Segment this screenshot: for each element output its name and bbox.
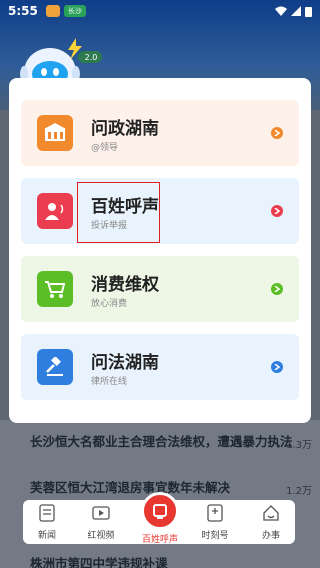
selection-highlight [77,182,160,243]
notification-icon [45,5,60,17]
chevron-right-icon [271,283,283,295]
gavel-icon [37,349,73,385]
tab-label: 红视频 [87,531,115,541]
building-icon [37,115,73,151]
tab-news[interactable]: 新闻 [25,502,69,542]
menu-card-wenzheng[interactable]: 问政湖南 @领导 [21,100,299,166]
news-item[interactable]: 长沙恒大名都业主合理合法维权，遭遇暴力执法 [30,432,310,452]
tab-video[interactable]: 红视频 [79,502,123,542]
bookmark-icon [207,504,223,522]
news-title: 株洲市第四中学违规补课 [30,556,168,568]
tab-shikehao[interactable]: 时刻号 [193,502,237,542]
status-bar: 5:55 长沙 [0,0,320,22]
menu-card-xiaofei[interactable]: 消费维权 放心消费 [21,256,299,322]
menu-card-subtitle: @领导 [91,143,119,153]
mascot-badge: 2.0 [84,53,98,62]
menu-card-title: 消费维权 [91,275,159,295]
video-icon [92,506,110,520]
chevron-right-icon [271,205,283,217]
news-item[interactable]: 株洲市第四中学违规补课 [30,554,310,568]
menu-card-title: 问政湖南 [91,119,159,139]
voice-icon [141,492,179,530]
tab-label: 办事 [261,531,280,541]
wifi-icon [275,6,287,16]
news-views: 1.2万 [286,486,312,497]
menu-card-subtitle: 放心消费 [91,299,128,309]
speaker-person-icon [37,193,73,229]
cart-icon [37,271,73,307]
app-badge: 长沙 [63,5,86,17]
home-icon [263,505,279,521]
tab-label: 百姓呼声 [141,535,178,545]
menu-card-baixing[interactable]: 百姓呼声 投诉举报 [21,178,299,244]
chevron-right-icon [271,361,283,373]
news-views: 1.3万 [286,440,312,451]
menu-card-subtitle: 律所在线 [91,377,128,387]
tab-banshi[interactable]: 办事 [249,502,293,542]
tab-label: 新闻 [37,531,56,541]
signal-icon [291,6,301,16]
status-time: 5:55 [8,4,38,18]
news-title: 长沙恒大名都业主合理合法维权，遭遇暴力执法 [30,434,293,449]
battery-icon [305,6,312,17]
tab-label: 时刻号 [201,531,229,541]
tab-baixing-huisheng[interactable]: 百姓呼声 [134,492,186,546]
chevron-right-icon [271,127,283,139]
menu-card-wenfa[interactable]: 问法湖南 律所在线 [21,334,299,400]
news-icon [39,504,55,522]
service-menu-modal: 问政湖南 @领导 百姓呼声 投诉举报 消费维权 放心消费 问法湖南 律所在线 [9,78,311,423]
menu-card-title: 问法湖南 [91,353,159,373]
news-title: 芙蓉区恒大江湾退房事宜数年未解决 [30,480,231,495]
